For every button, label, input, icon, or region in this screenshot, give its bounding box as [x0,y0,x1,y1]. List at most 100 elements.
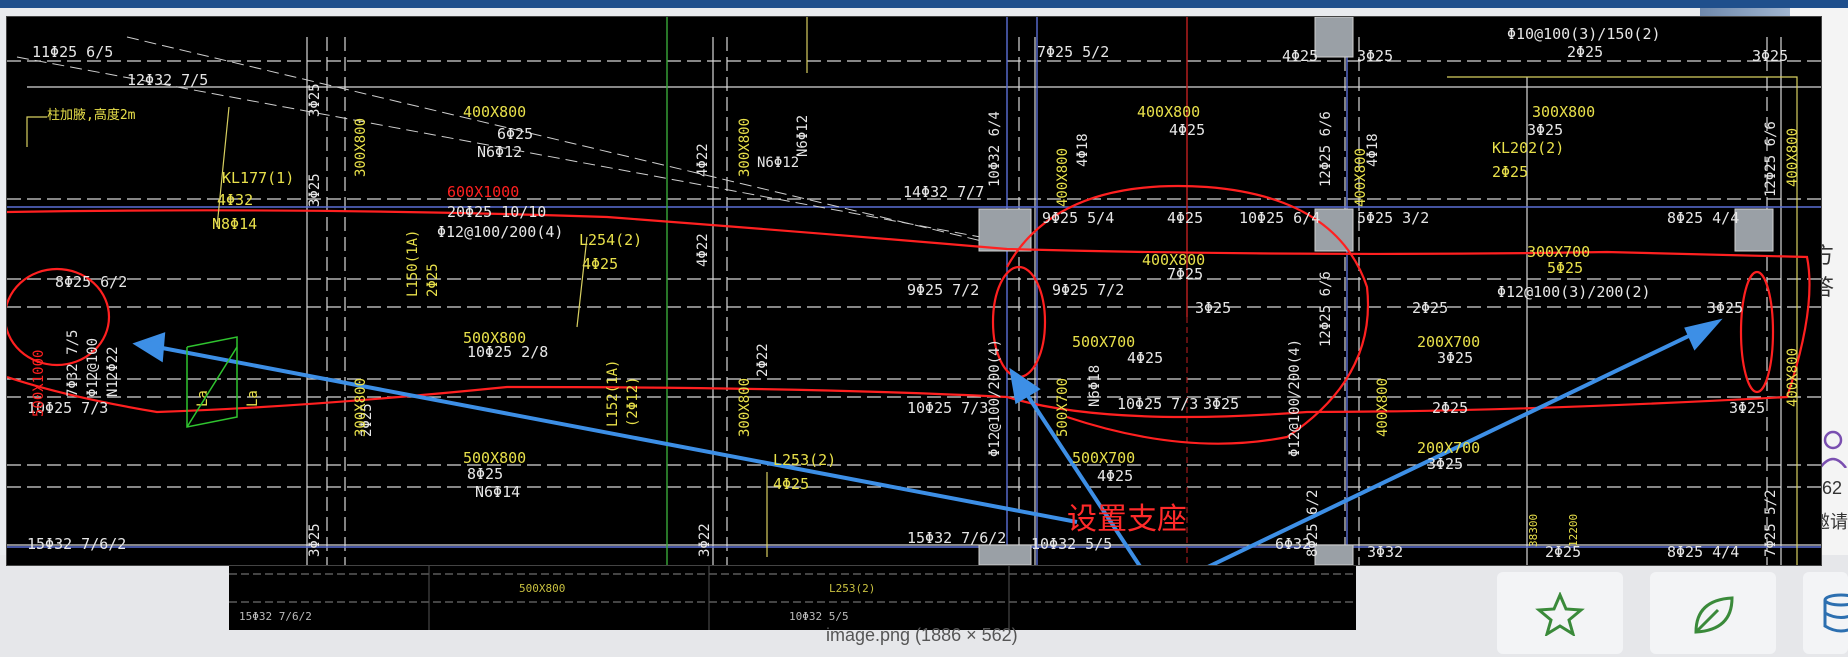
cad-text: 400X800 [1055,148,1071,207]
thumb-text: 10Φ32 5/5 [789,610,849,623]
cad-text: KL177(1) [222,169,294,187]
cad-text: 400X800 [1785,348,1801,407]
cad-text: 300X800 [353,118,369,177]
cad-text: 12Φ25 6/6 [1318,271,1334,347]
annotation-label: 设置支座 [1067,502,1187,537]
cad-text: 2Φ25 [425,263,441,297]
cad-text: 3Φ25 [307,523,323,557]
cad-text: Φ12@100(3)/200(2) [1497,283,1651,301]
cad-text: 10Φ32 6/4 [987,111,1003,187]
thumb-text: 500X800 [519,582,565,595]
cad-text: 400X800 [1785,128,1801,187]
cad-text: La [245,390,261,407]
cad-text: 15Φ32 7/6/2 [907,529,1006,547]
cad-text: 400X800 [1137,103,1200,121]
cad-text: 7Φ25 5/2 [1037,43,1109,61]
cad-text: 4Φ25 [1282,47,1318,65]
cad-text: 10Φ25 7/3 [907,399,988,417]
cad-text: L254(2) [579,231,642,249]
cad-text: N8Φ14 [212,215,257,233]
cad-text: 4Φ22 [695,143,711,177]
cad-text: 3Φ25 [1437,349,1473,367]
cad-text: 3Φ25 [1203,395,1239,413]
database-card[interactable] [1803,572,1848,654]
cad-text: 300X800 [353,378,369,437]
cad-text: 3Φ25 [1195,299,1231,317]
cad-text: 4Φ25 [1167,209,1203,227]
cad-text: 7Φ25 5/2 [1763,490,1779,557]
cad-white-text: 11Φ25 6/5 12Φ32 7/5 7Φ25 5/2 4Φ25 3Φ25 Φ… [27,25,1788,561]
database-icon [1823,593,1848,633]
image-caption: image.png (1886 × 562) [826,625,1018,645]
cad-text: N6Φ12 [477,143,522,161]
star-icon [1535,592,1585,636]
star-card[interactable] [1497,572,1623,654]
cad-text: 5Φ25 [1547,259,1583,277]
cad-text: 300X800 [737,118,753,177]
cad-text: 10Φ25 7/3 [1117,395,1198,413]
cad-text: 400X800 [463,103,526,121]
cad-text: 4Φ32 [217,191,253,209]
thumbnail-drawing: 500X800 L253(2) 15Φ32 7/6/2 10Φ32 5/5 [229,562,1356,630]
cad-text: L150(1A) [405,230,421,297]
cad-text: 12Φ32 7/5 [127,71,208,89]
cad-text: 500X800 [463,449,526,467]
cad-text: 4Φ25 [1097,467,1133,485]
cad-text: 8Φ25 4/4 [1667,209,1739,227]
cad-text: 400X800 [1353,148,1369,207]
cad-text: 3Φ32 [1367,543,1403,561]
cad-text: KL202(2) [1492,139,1564,157]
cad-drawing: 设置支座 11Φ25 6/5 12Φ32 7/5 7Φ25 5/2 4Φ25 3… [7,17,1821,565]
cad-text: 3Φ25 [1527,121,1563,139]
thumb-text: 15Φ32 7/6/2 [239,610,312,623]
leader-lines [26,106,768,557]
cad-text: Φ10@100(3)/150(2) [1507,25,1661,43]
cad-text: 8Φ25 6/2 [1305,490,1321,557]
cad-text: 3Φ25 [1707,299,1743,317]
cad-text: 8Φ25 4/4 [1667,543,1739,561]
cad-text: 12Φ25 6/6 [1763,121,1779,197]
cad-text: 500X700 [1055,378,1071,437]
cad-text: 3Φ25 [1752,47,1788,65]
image-thumbnail-strip[interactable]: 500X800 L253(2) 15Φ32 7/6/2 10Φ32 5/5 [229,562,1356,630]
cad-text: 2Φ25 [1432,399,1468,417]
cad-text: 柱加腋,高度2m [47,107,136,123]
leaf-card[interactable] [1650,572,1776,654]
cad-text: 4Φ25 [582,255,618,273]
cad-text: Φ12@100 [85,338,101,397]
cad-text: 12200 [1567,514,1580,547]
cad-text: 3Φ25 [307,83,323,117]
cad-text: 12Φ25 6/6 [1318,111,1334,187]
cad-text: 8Φ25 [467,465,503,483]
cad-text: 9Φ25 5/4 [1042,209,1114,227]
cad-image-viewer[interactable]: 设置支座 11Φ25 6/5 12Φ32 7/5 7Φ25 5/2 4Φ25 3… [6,16,1822,566]
leaf-icon [1694,596,1734,634]
cad-text: 500X800 [463,329,526,347]
browser-top-bar [0,0,1848,8]
cad-text: 3Φ25 [1729,399,1765,417]
cad-text: 20Φ25 10/10 [447,203,546,221]
cad-text: Φ12@100/200(4) [437,223,563,241]
cad-text: 4Φ25 [1127,349,1163,367]
cad-text: 9Φ25 7/2 [1052,281,1124,299]
cad-text: 7Φ25 [1167,265,1203,283]
cad-text: 4Φ25 [1169,121,1205,139]
cad-text: 3Φ22 [697,523,713,557]
cad-text: 5Φ25 3/2 [1357,209,1429,227]
cad-text: 6Φ25 [497,125,533,143]
cad-text: 500X700 [1072,333,1135,351]
thumb-text: L253(2) [829,582,875,595]
cad-text: 3Φ25 [1357,47,1393,65]
cad-text: 400X800 [1375,378,1391,437]
cad-text: 2Φ25 [1492,163,1528,181]
cad-text: 8Φ25 6/2 [55,273,127,291]
cad-text: 3Φ25 [307,173,323,207]
cad-text: N6Φ14 [475,483,520,501]
cad-text: (2Φ12) [625,376,641,427]
cad-text: L253(2) [773,451,836,469]
cad-text: 4Φ22 [695,233,711,267]
user-icon [1818,430,1848,468]
cad-text: 14Φ32 7/7 [903,183,984,201]
cad-text: 7Φ32 7/5 [65,330,81,397]
cad-text: 11Φ25 6/5 [32,43,113,61]
